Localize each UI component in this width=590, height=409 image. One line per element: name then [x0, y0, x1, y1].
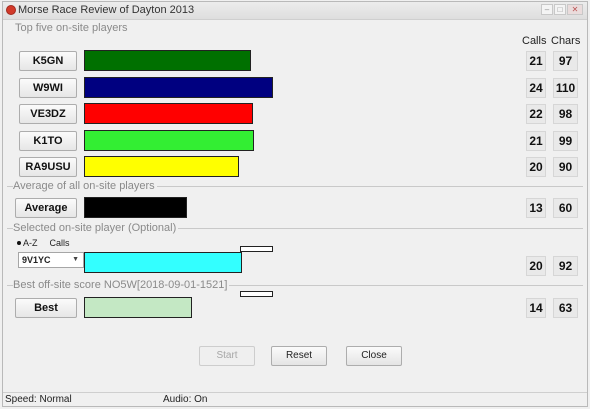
player-bar	[84, 156, 239, 177]
average-chars: 60	[553, 198, 578, 218]
section-best-label: Best off-site score NO5W[2018-09-01-1521…	[13, 279, 230, 291]
player-chars: 90	[553, 157, 578, 177]
player-select-value: 9V1YC	[22, 255, 51, 265]
section-selected-label: Selected on-site player (Optional)	[13, 222, 179, 234]
player-button[interactable]: K5GN	[19, 51, 77, 71]
sort-options: A-Z Calls	[17, 238, 70, 248]
status-speed: Speed: Normal	[5, 394, 72, 405]
player-calls: 21	[526, 51, 546, 71]
best-marker	[240, 291, 273, 297]
selected-calls: 20	[526, 256, 546, 276]
player-calls: 21	[526, 131, 546, 151]
status-bar: Speed: Normal Audio: On	[3, 392, 587, 406]
player-bar	[84, 130, 254, 151]
status-audio: Audio: On	[163, 394, 208, 405]
average-calls: 13	[526, 198, 546, 218]
player-calls: 22	[526, 104, 546, 124]
player-bar	[84, 103, 253, 124]
player-calls: 20	[526, 157, 546, 177]
player-bar	[84, 77, 273, 98]
player-calls: 24	[526, 78, 546, 98]
player-bar	[84, 50, 251, 71]
player-button[interactable]: RA9USU	[19, 157, 77, 177]
chars-header: Chars	[551, 35, 581, 47]
radio-selected-icon	[17, 241, 21, 245]
close-icon[interactable]: ✕	[567, 4, 583, 15]
average-button[interactable]: Average	[15, 198, 77, 218]
start-button[interactable]: Start	[199, 346, 255, 366]
player-chars: 99	[553, 131, 578, 151]
player-button[interactable]: VE3DZ	[19, 104, 77, 124]
window-title: Morse Race Review of Dayton 2013	[18, 4, 195, 16]
chevron-down-icon: ▼	[72, 256, 79, 263]
player-chars: 97	[553, 51, 578, 71]
app-icon	[6, 5, 16, 15]
best-calls: 14	[526, 298, 546, 318]
player-select[interactable]: 9V1YC ▼	[18, 252, 84, 268]
close-button[interactable]: Close	[346, 346, 402, 366]
best-bar	[84, 297, 192, 318]
player-chars: 98	[553, 104, 578, 124]
best-button[interactable]: Best	[15, 298, 77, 318]
section-top-five-label: Top five on-site players	[15, 22, 130, 34]
selected-chars: 92	[553, 256, 578, 276]
selected-marker	[240, 246, 273, 252]
reset-button[interactable]: Reset	[271, 346, 327, 366]
calls-header: Calls	[522, 35, 547, 47]
section-average-label: Average of all on-site players	[13, 180, 157, 192]
selected-bar	[84, 252, 242, 273]
sort-option-az[interactable]: A-Z	[17, 238, 38, 248]
minimize-icon[interactable]: –	[541, 4, 553, 15]
player-button[interactable]: W9WI	[19, 78, 77, 98]
average-bar	[84, 197, 187, 218]
best-chars: 63	[553, 298, 578, 318]
title-bar: Morse Race Review of Dayton 2013 – □ ✕	[3, 2, 587, 20]
maximize-icon[interactable]: □	[554, 4, 566, 15]
window-controls: – □ ✕	[541, 4, 583, 15]
main-window: Morse Race Review of Dayton 2013 – □ ✕ T…	[2, 1, 588, 407]
player-button[interactable]: K1TO	[19, 131, 77, 151]
sort-option-calls[interactable]: Calls	[48, 238, 70, 248]
player-chars: 110	[553, 78, 578, 98]
